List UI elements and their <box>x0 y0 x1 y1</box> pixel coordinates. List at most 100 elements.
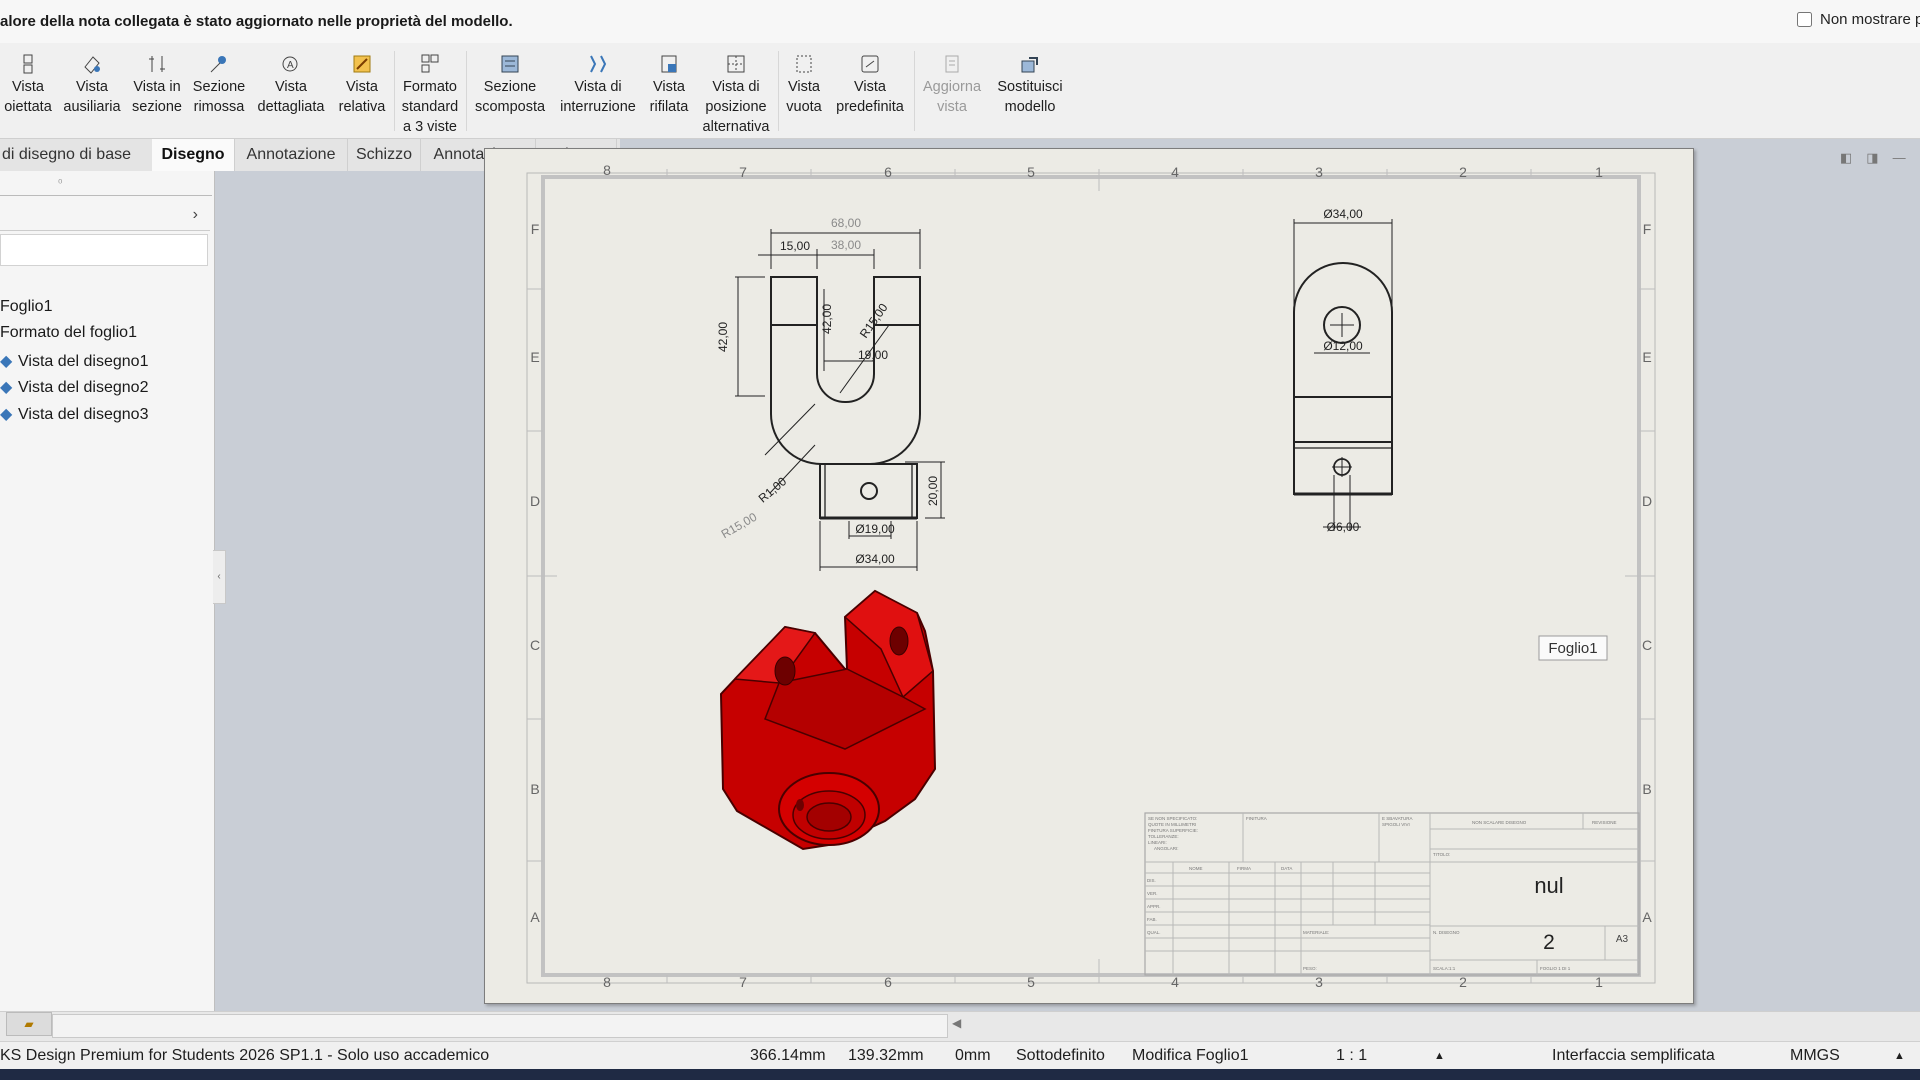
zone-row-label: F <box>531 221 540 237</box>
removed-section-icon <box>210 56 226 73</box>
ribbon-label: predefinita <box>836 99 904 115</box>
zone-row-label: B <box>1642 781 1651 797</box>
status-interface[interactable]: Interfaccia semplificata <box>1552 1047 1715 1065</box>
replace-model-button[interactable]: Sostituisci modello <box>990 47 1070 117</box>
ribbon-label: Vista <box>275 79 307 95</box>
drawing-sheet-svg[interactable]: 8 7 6 5 4 3 2 1 8 7 6 5 4 3 2 1 F E D C … <box>485 149 1693 1003</box>
status-scale[interactable]: 1 : 1 <box>1336 1047 1367 1065</box>
tree-item-sheet-format[interactable]: Formato del foglio1 <box>0 324 137 342</box>
side-dim-dia6[interactable]: Ø6,00 <box>1327 520 1360 534</box>
sheet-tab-label[interactable]: Foglio1 <box>1538 635 1608 661</box>
update-view-button[interactable]: Aggiorna vista <box>918 47 986 117</box>
dim-42-outer[interactable]: 42,00 <box>716 322 730 352</box>
side-dimension-lines <box>1293 219 1393 531</box>
tab-annotation[interactable]: Annotazione <box>235 139 348 171</box>
window-controls[interactable]: ◧◨— <box>1840 150 1920 166</box>
dim-dia34[interactable]: Ø34,00 <box>855 552 895 566</box>
crop-view-button[interactable]: Vista rifilata <box>646 47 692 117</box>
dim-r15-outer[interactable]: R15,00 <box>719 510 760 542</box>
tab-base-drawing-view[interactable]: di disegno di base <box>0 139 153 171</box>
status-product: KS Design Premium for Students 2026 SP1.… <box>0 1047 490 1064</box>
titleblock-number[interactable]: 2 <box>1543 931 1555 954</box>
zone-col-label: 1 <box>1595 164 1603 180</box>
dim-20[interactable]: 20,00 <box>926 476 940 506</box>
sheet-scrollbar-row: ▰ ◀ <box>0 1011 1920 1042</box>
break-view-button[interactable]: Vista di interruzione <box>552 47 644 117</box>
dim-dia19[interactable]: Ø19,00 <box>855 522 895 536</box>
ribbon-label: Vista di <box>574 79 622 95</box>
auxiliary-view-button[interactable]: Vista ausiliaria <box>60 47 124 117</box>
status-units[interactable]: MMGS <box>1790 1047 1840 1065</box>
tree-item-drawing-view3[interactable]: ◆ Vista del disegno3 <box>0 404 148 424</box>
predefined-view-button[interactable]: Vista predefinita <box>830 47 910 117</box>
section-view-button[interactable]: Vista in sezione <box>128 47 186 117</box>
status-editing: Modifica Foglio1 <box>1132 1047 1249 1064</box>
isometric-view[interactable] <box>719 589 937 851</box>
panel-filter-row[interactable]: › <box>0 202 210 231</box>
tree-item-drawing-view1[interactable]: ◆ Vista del disegno1 <box>0 351 148 371</box>
chevron-right-icon[interactable]: › <box>193 206 198 224</box>
ribbon-label: scomposta <box>474 99 546 115</box>
dim-42-inner[interactable]: 42,00 <box>820 304 834 334</box>
titleblock-note: SPIGOLI VIVI <box>1382 822 1410 827</box>
tree-search-input[interactable] <box>0 234 208 266</box>
dim-38[interactable]: 38,00 <box>831 238 861 252</box>
broken-out-section-button[interactable]: Sezione scomposta <box>470 47 550 117</box>
zone-row-label: D <box>1642 493 1652 509</box>
zone-col-label: 7 <box>739 974 747 990</box>
tree-item-label: Vista del disegno1 <box>18 353 149 370</box>
sheet-tabs-icon[interactable]: ▰ <box>6 1012 52 1036</box>
title-block[interactable]: SE NON SPECIFICATO: QUOTE IN MILLIMETRI … <box>1144 812 1640 976</box>
ribbon-label: dettagliata <box>257 99 325 115</box>
zone-row-label: A <box>1642 909 1652 925</box>
side-view[interactable]: Ø34,00 Ø12,00 Ø6,00 <box>1293 207 1393 534</box>
drawing-sheet[interactable]: 8 7 6 5 4 3 2 1 8 7 6 5 4 3 2 1 F E D C … <box>484 148 1694 1004</box>
dont-show-checkbox[interactable]: Non mostrare p <box>1797 11 1920 28</box>
standard-3-view-button[interactable]: Formato standard a 3 viste <box>398 47 462 137</box>
detail-view-button[interactable]: A Vista dettagliata <box>254 47 328 117</box>
side-dim-dia12[interactable]: Ø12,00 <box>1323 339 1363 353</box>
crop-view-icon <box>661 55 677 73</box>
removed-section-button[interactable]: Sezione rimossa <box>188 47 250 117</box>
status-chevron-up-icon[interactable]: ▲ <box>1434 1050 1445 1062</box>
notification-message: alore della nota collegata è stato aggio… <box>0 13 513 30</box>
titleblock-note: DATA <box>1281 866 1292 871</box>
projected-view-button[interactable]: Vista oiettata <box>0 47 56 117</box>
break-view-icon <box>590 55 607 73</box>
dim-r1[interactable]: R1,00 <box>756 474 790 506</box>
status-x-coord: 366.14mm <box>750 1047 826 1064</box>
relative-view-button[interactable]: Vista relativa <box>334 47 390 117</box>
zone-row-label: B <box>530 781 539 797</box>
titleblock-size[interactable]: A3 <box>1616 934 1629 945</box>
front-view[interactable]: 68,00 38,00 R15,00 15,00 42,00 42,00 R15… <box>716 216 945 571</box>
tab-sketch[interactable]: Schizzo <box>348 139 421 171</box>
detail-view-icon: A <box>282 56 298 72</box>
tree-item-sheet1[interactable]: Foglio1 <box>0 298 52 316</box>
titleblock-note: APPR. <box>1147 904 1161 909</box>
tree-item-drawing-view2[interactable]: ◆ Vista del disegno2 <box>0 377 148 397</box>
horizontal-scrollbar[interactable] <box>52 1014 948 1038</box>
dim-68[interactable]: 68,00 <box>831 216 861 230</box>
ribbon-label: sezione <box>132 99 182 115</box>
tab-drawing[interactable]: Disegno <box>152 139 235 171</box>
scroll-left-icon[interactable]: ◀ <box>952 1016 961 1030</box>
side-dim-dia34[interactable]: Ø34,00 <box>1323 207 1363 221</box>
alternate-position-button[interactable]: Vista di posizione alternativa <box>696 47 776 137</box>
ribbon-label: Sezione <box>192 79 246 95</box>
zone-row-label: F <box>1643 221 1652 237</box>
zone-row-label: D <box>530 493 540 509</box>
os-taskbar <box>0 1069 1920 1080</box>
hub-outline <box>819 463 918 519</box>
titleblock-title[interactable]: nul <box>1534 873 1563 898</box>
sheet-tab-text: Foglio1 <box>1548 640 1597 657</box>
dont-show-checkbox-input[interactable] <box>1797 12 1812 27</box>
ribbon-label: Vista in <box>133 79 181 95</box>
empty-view-button[interactable]: Vista vuota <box>782 47 826 117</box>
dim-15[interactable]: 15,00 <box>780 239 810 253</box>
section-view-icon <box>149 56 165 72</box>
ribbon-label: Vista <box>12 79 44 95</box>
units-chevron-up-icon[interactable]: ▲ <box>1894 1050 1905 1062</box>
panel-grip-icon[interactable]: ⁰ <box>58 177 62 190</box>
dim-19[interactable]: 19,00 <box>858 348 888 362</box>
panel-collapse-handle[interactable]: ‹ <box>213 550 226 604</box>
